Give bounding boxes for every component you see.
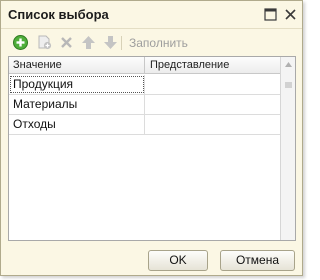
table-row[interactable]: Продукция xyxy=(9,75,280,95)
title-bar[interactable]: Список выбора xyxy=(1,1,302,29)
add-icon[interactable] xyxy=(12,34,29,51)
column-header-presentation[interactable]: Представление xyxy=(146,57,280,73)
table-row[interactable]: Материалы xyxy=(9,95,280,115)
column-header-value[interactable]: Значение xyxy=(9,57,145,73)
vertical-scrollbar[interactable] xyxy=(280,57,295,240)
fill-button[interactable]: Заполнить xyxy=(129,36,188,50)
scroll-thumb-icon[interactable] xyxy=(285,77,292,88)
move-up-icon[interactable] xyxy=(80,34,97,51)
cancel-button[interactable]: Отмена xyxy=(220,250,295,271)
table-row[interactable]: Отходы xyxy=(9,115,280,135)
copy-icon[interactable] xyxy=(36,34,53,51)
delete-icon[interactable] xyxy=(58,34,75,51)
presentation-cell[interactable] xyxy=(146,75,280,94)
value-cell[interactable]: Отходы xyxy=(9,115,145,134)
table-header: Значение Представление xyxy=(9,57,280,74)
move-down-icon[interactable] xyxy=(102,34,119,51)
value-cell[interactable]: Материалы xyxy=(9,95,145,114)
dialog-title: Список выбора xyxy=(8,7,109,22)
presentation-cell[interactable] xyxy=(146,115,280,134)
toolbar: Заполнить xyxy=(1,31,302,55)
scroll-up-icon[interactable] xyxy=(281,57,295,73)
close-icon[interactable] xyxy=(282,6,300,24)
presentation-cell[interactable] xyxy=(146,95,280,114)
values-table[interactable]: Значение Представление Продукция Материа… xyxy=(8,56,296,241)
value-cell[interactable]: Продукция xyxy=(9,75,145,94)
ok-button[interactable]: OK xyxy=(148,250,208,271)
choice-list-dialog: Список выбора Заполнить Значение Предста… xyxy=(0,0,303,276)
toolbar-separator xyxy=(121,36,122,50)
maximize-icon[interactable] xyxy=(262,6,280,24)
